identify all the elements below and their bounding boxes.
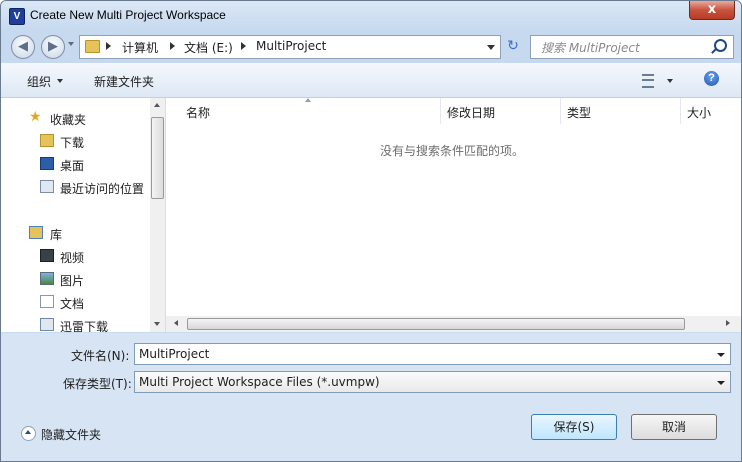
document-icon (40, 295, 54, 308)
breadcrumb-arrow-icon[interactable] (106, 42, 111, 50)
download-icon (40, 318, 54, 331)
view-dropdown-icon[interactable] (667, 79, 673, 83)
filetype-dropdown-icon[interactable] (717, 381, 725, 385)
help-icon[interactable]: ? (704, 71, 719, 86)
sidebar-item-pictures[interactable]: 图片 (1, 269, 151, 289)
column-header-type[interactable]: 类型 (561, 98, 681, 124)
filename-label: 文件名(N): (71, 349, 130, 363)
navigation-pane: ★ 收藏夹 下载 桌面 最近访问的位置 库 视频 图片 文档 迅雷下载 (1, 98, 166, 332)
title-bar: V Create New Multi Project Workspace x (1, 1, 741, 31)
sidebar-item-label: 桌面 (60, 159, 85, 173)
column-header-name[interactable]: 名称 (180, 98, 441, 124)
search-icon[interactable] (714, 39, 727, 52)
chevron-up-icon[interactable] (21, 426, 36, 441)
column-label: 名称 (186, 106, 211, 120)
video-icon (40, 249, 54, 262)
hide-folders-button[interactable]: 隐藏文件夹 (41, 426, 101, 443)
filetype-value: Multi Project Workspace Files (*.uvmpw) (139, 375, 380, 389)
scroll-left-icon[interactable] (174, 320, 178, 326)
sidebar-item-thunder-downloads[interactable]: 迅雷下载 (1, 315, 151, 332)
sidebar-item-label: 迅雷下载 (60, 320, 109, 332)
breadcrumb-drive[interactable]: 文档 (E:) (184, 39, 233, 56)
back-arrow-icon[interactable]: ◀ (11, 35, 35, 59)
download-folder-icon (40, 134, 54, 147)
save-button[interactable]: 保存(S) (531, 414, 617, 440)
view-options-icon[interactable] (642, 74, 654, 88)
navigation-bar: ◀ ▶ 计算机 文档 (E:) MultiProject ↻ 搜索 MultiP… (1, 31, 741, 63)
scroll-up-icon[interactable] (154, 103, 160, 107)
sidebar-item-label: 库 (50, 228, 63, 242)
dialog-window: V Create New Multi Project Workspace x ◀… (0, 0, 742, 462)
breadcrumb-arrow-icon[interactable] (241, 42, 246, 50)
address-bar[interactable]: 计算机 文档 (E:) MultiProject (79, 35, 501, 59)
sidebar-item-label: 文档 (60, 297, 85, 311)
filetype-select[interactable]: Multi Project Workspace Files (*.uvmpw) (134, 371, 731, 393)
app-icon: V (9, 8, 25, 25)
sidebar-item-favorites[interactable]: ★ 收藏夹 (1, 108, 151, 128)
picture-icon (40, 272, 54, 285)
column-label: 大小 (687, 106, 712, 120)
breadcrumb-folder[interactable]: MultiProject (256, 39, 326, 53)
sidebar-item-desktop[interactable]: 桌面 (1, 154, 151, 174)
library-icon (29, 226, 43, 239)
refresh-icon[interactable]: ↻ (502, 35, 524, 57)
file-list-scroll-thumb[interactable] (187, 318, 685, 330)
breadcrumb-arrow-icon[interactable] (170, 42, 175, 50)
sidebar-item-label: 最近访问的位置 (60, 182, 145, 196)
sidebar-item-downloads[interactable]: 下载 (1, 131, 151, 151)
sidebar-item-videos[interactable]: 视频 (1, 246, 151, 266)
new-folder-button[interactable]: 新建文件夹 (94, 73, 154, 90)
sidebar-item-label: 图片 (60, 274, 85, 288)
column-label: 修改日期 (447, 106, 496, 120)
breadcrumb-computer[interactable]: 计算机 (122, 39, 158, 56)
cancel-button[interactable]: 取消 (631, 414, 717, 440)
filename-input[interactable]: MultiProject (134, 343, 731, 365)
column-label: 类型 (567, 106, 592, 120)
column-header-date[interactable]: 修改日期 (441, 98, 561, 124)
organize-dropdown-icon[interactable] (57, 79, 63, 83)
sidebar-item-documents[interactable]: 文档 (1, 292, 151, 312)
organize-menu[interactable]: 组织 (27, 73, 51, 90)
column-header-size[interactable]: 大小 (681, 98, 741, 124)
navigation-pane-scroll-thumb[interactable] (151, 117, 164, 199)
sidebar-item-recent-places[interactable]: 最近访问的位置 (1, 177, 151, 197)
forward-arrow-icon[interactable]: ▶ (41, 35, 65, 59)
command-toolbar: 组织 新建文件夹 ? (1, 63, 741, 98)
sidebar-item-libraries[interactable]: 库 (1, 223, 151, 243)
file-list: 名称 修改日期 类型 大小 没有与搜索条件匹配的项。 (166, 98, 741, 316)
search-input[interactable]: 搜索 MultiProject (530, 35, 734, 59)
window-title: Create New Multi Project Workspace (30, 8, 226, 22)
empty-results-message: 没有与搜索条件匹配的项。 (380, 144, 525, 158)
search-placeholder: 搜索 MultiProject (541, 41, 640, 55)
scroll-down-icon[interactable] (154, 322, 160, 326)
recent-places-icon (40, 180, 54, 193)
sidebar-item-label: 下载 (60, 136, 85, 150)
folder-icon (85, 40, 100, 53)
filename-value: MultiProject (139, 347, 210, 361)
close-button[interactable]: x (689, 1, 735, 20)
scroll-right-icon[interactable] (726, 320, 730, 326)
filename-dropdown-icon[interactable] (717, 353, 725, 357)
recent-pages-dropdown-icon[interactable] (68, 42, 74, 46)
sidebar-item-label: 视频 (60, 251, 85, 265)
star-icon: ★ (29, 109, 42, 125)
sidebar-item-label: 收藏夹 (50, 113, 87, 127)
address-dropdown-icon[interactable] (487, 45, 495, 50)
desktop-icon (40, 157, 54, 170)
filetype-label: 保存类型(T): (63, 377, 132, 391)
